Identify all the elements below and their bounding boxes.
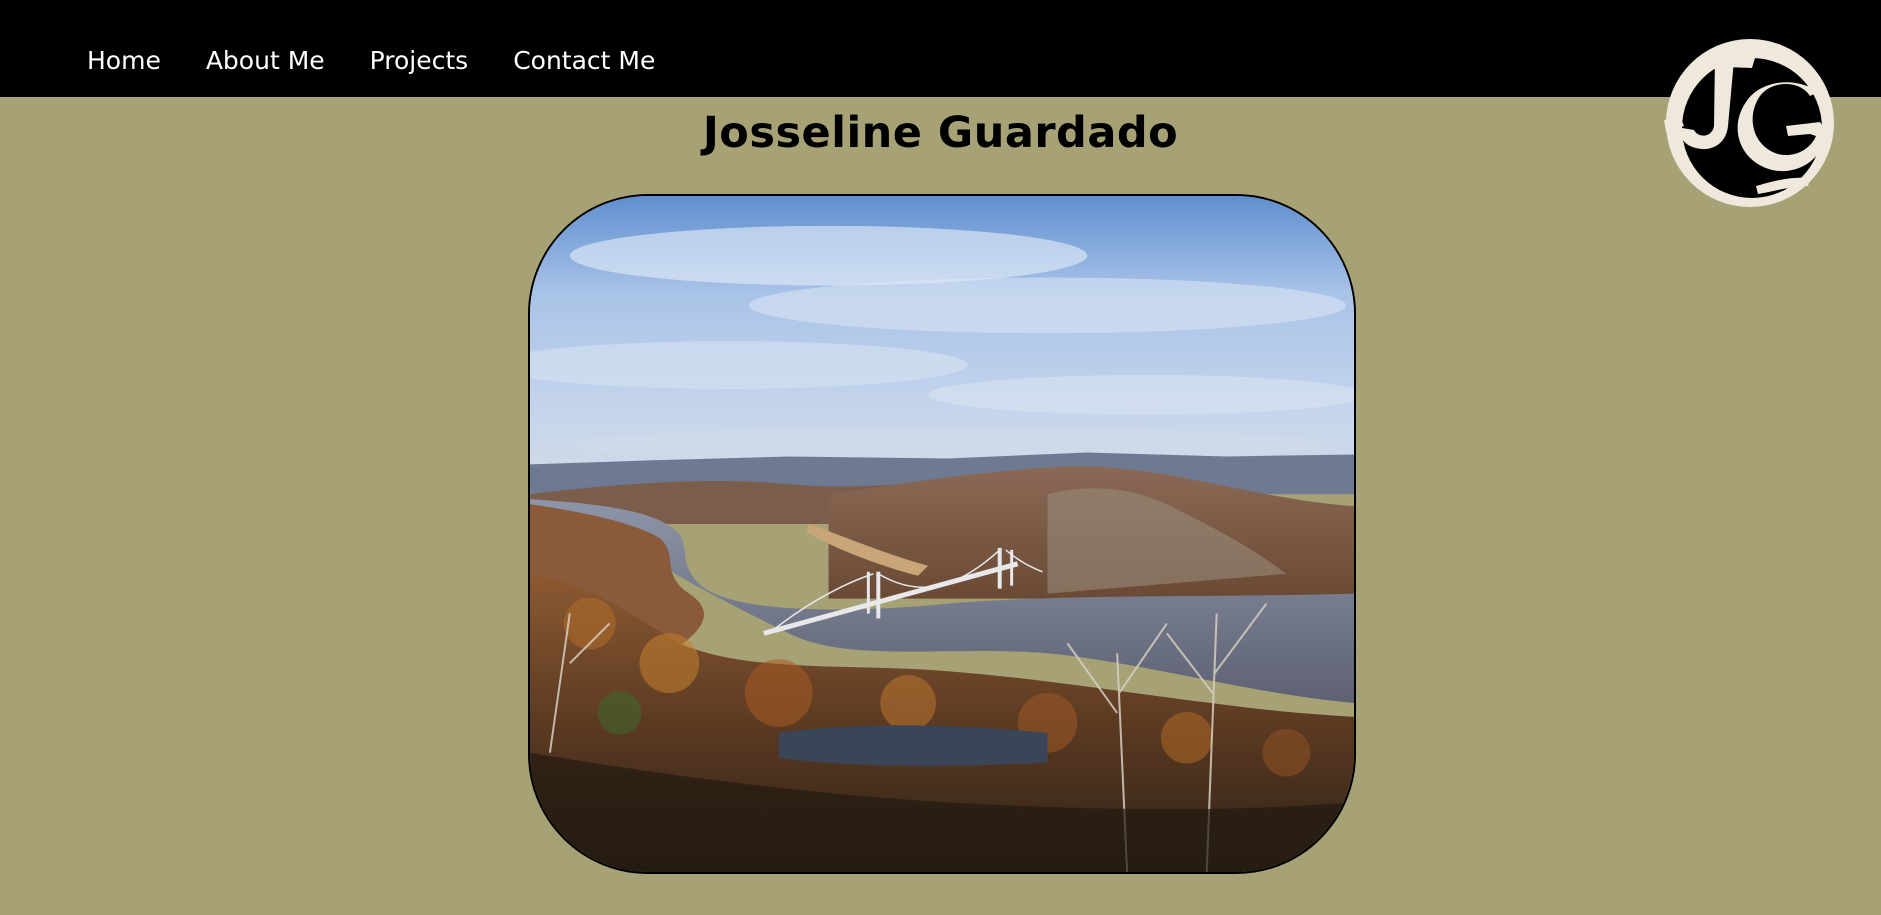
nav-contact-me-link[interactable]: Contact Me: [513, 44, 655, 78]
logo-j-top-stroke: [1698, 56, 1755, 68]
nav-projects-link[interactable]: Projects: [370, 44, 469, 78]
page-title: Josseline Guardado: [702, 108, 1179, 158]
nav-home-link[interactable]: Home: [87, 44, 161, 78]
top-navbar: Home About Me Projects Contact Me: [0, 0, 1881, 97]
hero-landscape-image: [528, 194, 1356, 874]
lower-lake: [778, 725, 1048, 766]
landscape-photo: [530, 196, 1354, 872]
nav-about-me-link[interactable]: About Me: [206, 44, 325, 78]
main-nav: Home About Me Projects Contact Me: [87, 44, 700, 78]
